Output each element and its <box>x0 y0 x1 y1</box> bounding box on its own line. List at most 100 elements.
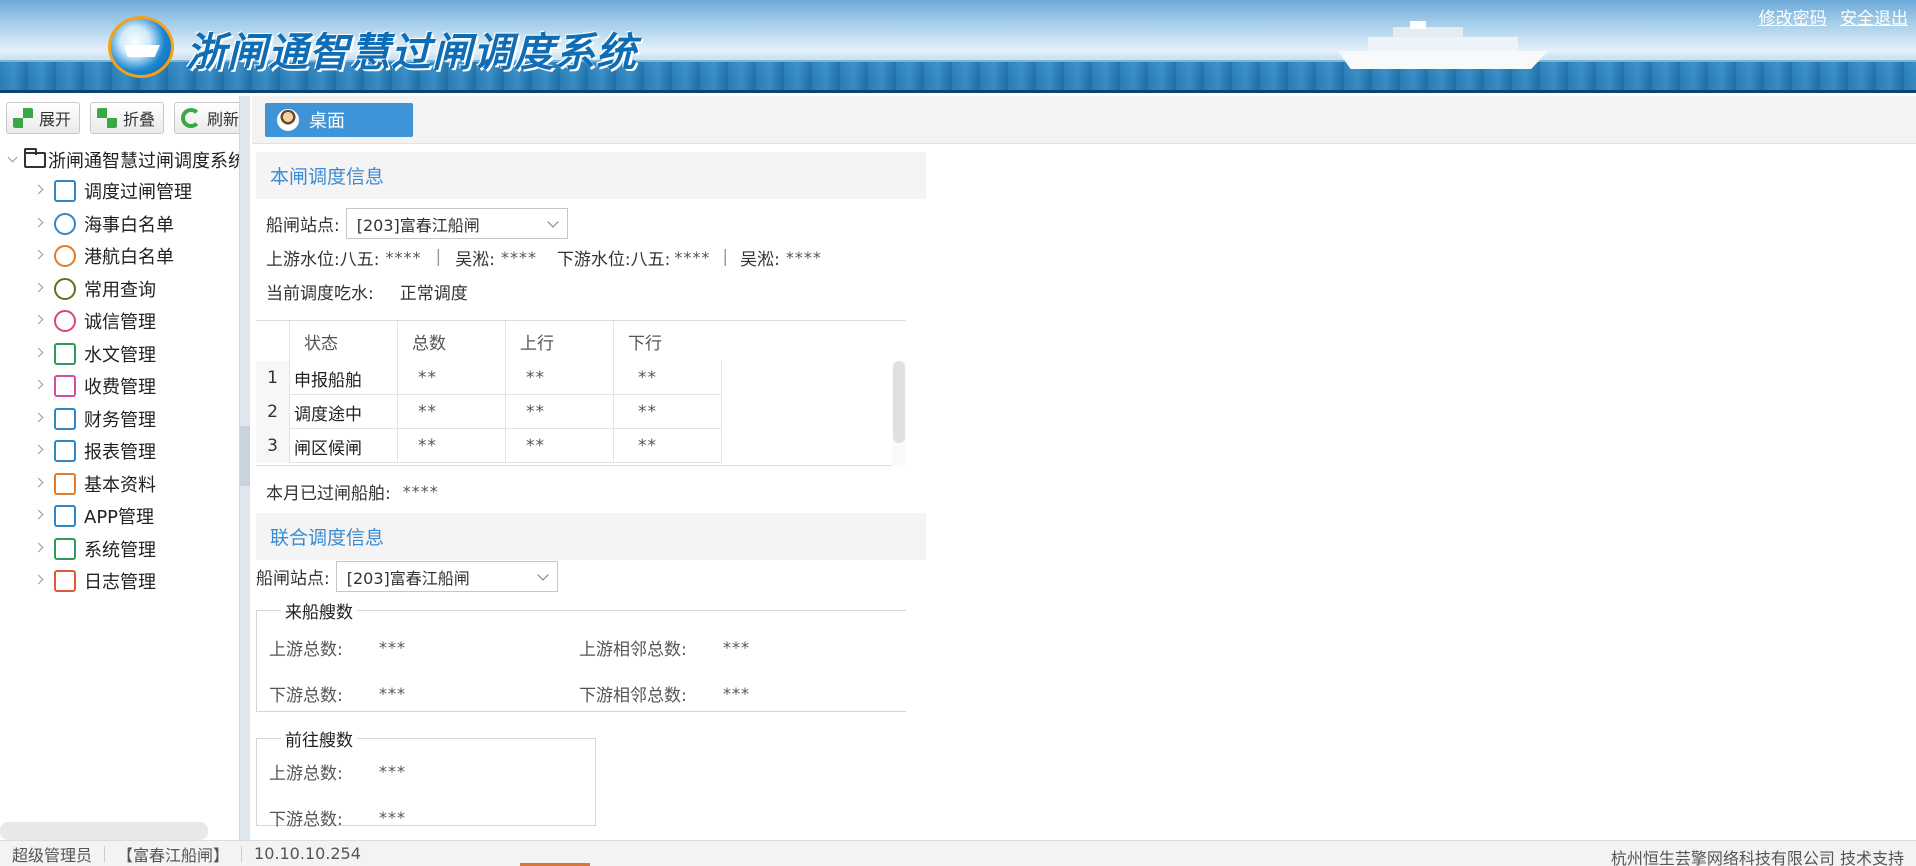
local-station-row: 船闸站点: [203]富春江船闸 <box>256 208 926 239</box>
down-total-label: 下游总数: <box>269 809 343 830</box>
sidebar-item-log[interactable]: 日志管理 <box>0 565 239 598</box>
sidebar-item-app[interactable]: APP管理 <box>0 500 239 533</box>
expand-label: 展开 <box>39 110 72 129</box>
tab-desktop-label: 桌面 <box>309 111 345 132</box>
up-adjacent-label: 上游相邻总数: <box>579 639 687 660</box>
divider <box>104 845 106 862</box>
report-icon <box>54 440 76 463</box>
row-number: 3 <box>256 429 290 463</box>
joint-dispatch-heading: 联合调度信息 <box>256 513 926 560</box>
sidebar-item-query[interactable]: 常用查询 <box>0 273 239 306</box>
station-label: 船闸站点: <box>256 569 330 589</box>
finance-icon <box>54 407 76 430</box>
tech-support: 杭州恒生芸擎网络科技有限公司 技术支持 <box>1610 849 1904 866</box>
search-icon <box>54 277 76 300</box>
dispatch-status-table: 状态 总数 上行 下行 1 申报船舶 ** ** ** 2 调度途中 ** **… <box>256 320 906 467</box>
sidebar-item-label: 财务管理 <box>84 409 156 431</box>
schedule-icon <box>54 180 76 203</box>
local-station-select[interactable]: [203]富春江船闸 <box>345 208 568 239</box>
sidebar-item-finance[interactable]: 财务管理 <box>0 403 239 436</box>
up-total-label: 上游总数: <box>269 763 343 784</box>
billing-icon <box>54 375 76 398</box>
draft-value: 正常调度 <box>399 283 468 304</box>
sidebar-item-port-whitelist[interactable]: 港航白名单 <box>0 240 239 273</box>
sidebar-item-hydrology[interactable]: 水文管理 <box>0 338 239 371</box>
divider: | <box>722 247 729 267</box>
sidebar-item-billing[interactable]: 收费管理 <box>0 370 239 403</box>
chevron-right-icon <box>32 217 46 231</box>
anchor-outline-icon <box>54 245 76 268</box>
cell-up: ** <box>506 361 614 395</box>
chevron-right-icon <box>32 477 46 491</box>
sidebar-item-schedule[interactable]: 调度过闸管理 <box>0 175 239 208</box>
sidebar-item-label: 诚信管理 <box>84 312 156 334</box>
chevron-right-icon <box>32 542 46 556</box>
down-adjacent-label: 下游相邻总数: <box>579 685 687 706</box>
chevron-right-icon <box>32 314 46 328</box>
fold-label: 折叠 <box>123 110 156 129</box>
database-icon <box>54 472 76 495</box>
chevron-down-icon <box>547 215 559 228</box>
sidebar-item-label: APP管理 <box>84 507 155 529</box>
expand-button[interactable]: 展开 <box>6 102 81 134</box>
tree-root-label: 浙闸通智慧过闸调度系统 <box>48 151 239 172</box>
sidebar-splitter[interactable] <box>240 96 250 840</box>
chevron-down-icon[interactable] <box>6 153 20 167</box>
row-number: 1 <box>256 361 290 395</box>
draft-row: 当前调度吃水: 正常调度 <box>256 280 926 304</box>
sidebar-item-basic-data[interactable]: 基本资料 <box>0 468 239 501</box>
cell-status: 闸区候闸 <box>290 429 398 463</box>
divider: | <box>435 247 442 267</box>
downstream-level-label: 下游水位: <box>556 249 631 270</box>
up-adjacent-value: *** <box>723 637 750 657</box>
sidebar-item-report[interactable]: 报表管理 <box>0 435 239 468</box>
badge-icon <box>54 310 76 333</box>
month-passed-value: **** <box>402 481 439 501</box>
table-vertical-scrollbar[interactable] <box>892 361 906 467</box>
sidebar: 展开 折叠 刷新 浙闸通智慧过闸调度系统 调度过闸管理 海事白名单 港航白名单 … <box>0 96 240 840</box>
sidebar-collapse-handle[interactable] <box>240 426 250 486</box>
chevron-right-icon <box>32 379 46 393</box>
local-station-value: [203]富春江船闸 <box>356 215 480 235</box>
divider <box>241 845 243 862</box>
change-password-link[interactable]: 修改密码 <box>1759 9 1827 29</box>
client-ip: 10.10.10.254 <box>254 844 361 863</box>
app-title: 浙闸通智慧过闸调度系统 <box>186 30 637 76</box>
downstream-bawu-label: 八五: <box>630 249 671 270</box>
ship-logo-icon <box>108 16 174 78</box>
tree-root[interactable]: 浙闸通智慧过闸调度系统 <box>0 145 239 175</box>
up-total-label: 上游总数: <box>269 639 343 660</box>
sidebar-item-system[interactable]: 系统管理 <box>0 533 239 566</box>
chevron-right-icon <box>32 444 46 458</box>
status-bar: 超级管理员 【富春江船闸】 10.10.10.254 杭州恒生芸擎网络科技有限公… <box>0 840 1916 866</box>
sidebar-item-label: 港航白名单 <box>84 247 174 269</box>
tab-desktop[interactable]: 桌面 <box>265 103 413 137</box>
down-total-label: 下游总数: <box>269 685 343 706</box>
sidebar-horizontal-scrollbar[interactable] <box>0 822 208 840</box>
logout-link[interactable]: 安全退出 <box>1840 9 1908 29</box>
joint-station-select[interactable]: [203]富春江船闸 <box>335 561 558 592</box>
chevron-down-icon <box>537 568 549 581</box>
refresh-button[interactable]: 刷新 <box>174 102 239 134</box>
scrollbar-thumb[interactable] <box>893 361 905 443</box>
upstream-bawu-value: **** <box>385 247 422 267</box>
fold-button[interactable]: 折叠 <box>90 102 165 134</box>
expand-icon <box>13 108 33 128</box>
main-area: 桌面 本闸调度信息 船闸站点: [203]富春江船闸 上游水位: 八五: ***… <box>252 96 1916 840</box>
table-row[interactable]: 2 调度途中 ** ** ** <box>256 395 722 429</box>
refresh-label: 刷新 <box>207 110 239 129</box>
table-row[interactable]: 3 闸区候闸 ** ** ** <box>256 429 722 463</box>
hydrology-icon <box>54 342 76 365</box>
row-number: 2 <box>256 395 290 429</box>
header-links: 修改密码 安全退出 <box>1751 4 1908 29</box>
sidebar-item-credit[interactable]: 诚信管理 <box>0 305 239 338</box>
chevron-right-icon <box>32 509 46 523</box>
sidebar-item-maritime-whitelist[interactable]: 海事白名单 <box>0 208 239 241</box>
table-row[interactable]: 1 申报船舶 ** ** ** <box>256 361 722 395</box>
table-header: 状态 总数 上行 下行 <box>256 321 906 361</box>
system-gear-icon <box>54 537 76 560</box>
upstream-bawu-label: 八五: <box>339 249 380 270</box>
downstream-wusong-label: 吴淞: <box>740 249 780 270</box>
refresh-icon <box>181 108 202 128</box>
cell-total: ** <box>398 395 506 429</box>
